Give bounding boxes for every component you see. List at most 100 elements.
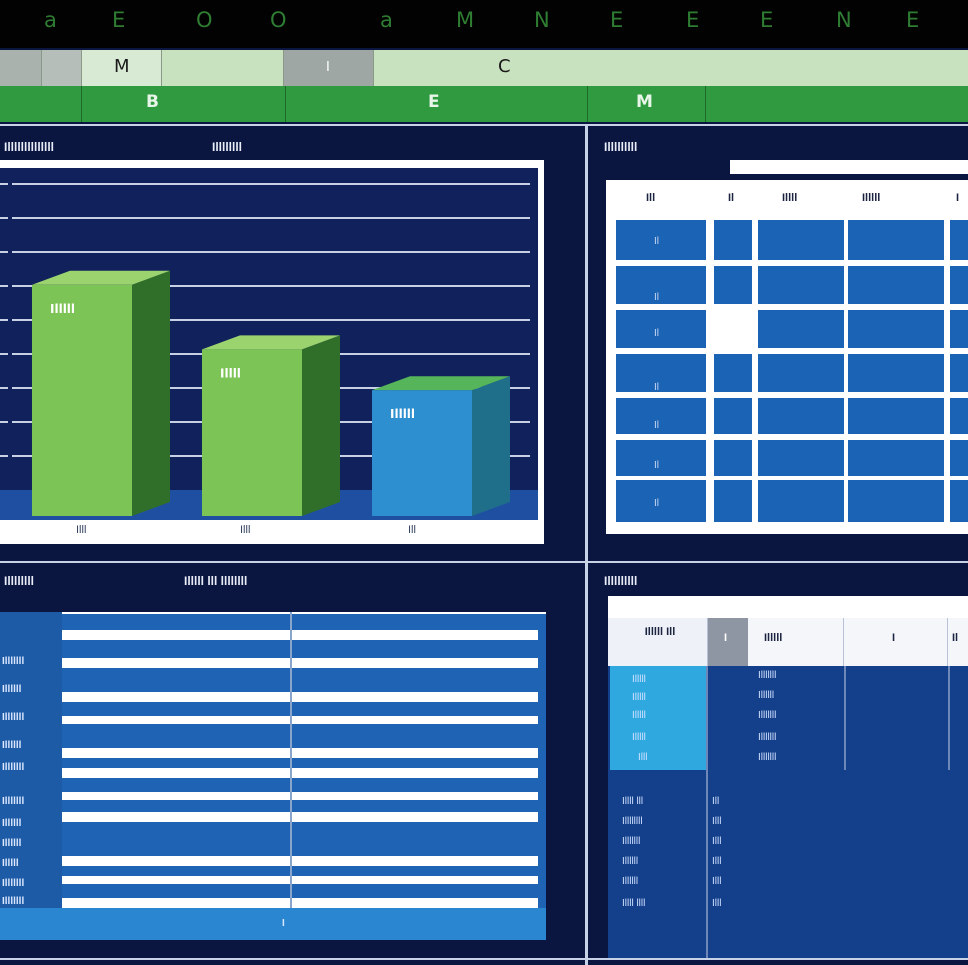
x-tick-label: Illl: [240, 524, 251, 536]
row-label[interactable]: Illllll: [2, 818, 21, 829]
section-header-label: B: [146, 92, 159, 112]
column-header: Il: [952, 632, 959, 644]
row-divider: [62, 898, 538, 908]
column-header-cell[interactable]: I: [708, 618, 748, 666]
bar-chart: Illlll Illll Illlll: [0, 168, 538, 520]
row-marker: Il: [654, 382, 659, 393]
section-header-cell[interactable]: [706, 86, 968, 122]
title-glyph: a: [44, 8, 57, 32]
panel-subtitle: Illlll lll llllllll: [184, 574, 248, 588]
row-label[interactable]: Illlllll: [2, 656, 24, 667]
cell-text: Illlll: [632, 732, 646, 743]
cell-text: Illllllll: [622, 816, 643, 827]
row-label[interactable]: Illlllll: [2, 712, 24, 723]
column-header[interactable]: Illll: [782, 192, 797, 204]
row-divider: [62, 630, 538, 640]
row-marker: Il: [654, 328, 659, 339]
header-cell-c[interactable]: C: [374, 50, 968, 86]
data-table: Ill Il Illll Illlll I Il Il Il Il Il Il …: [606, 180, 968, 534]
row-label[interactable]: Illlllll: [2, 796, 24, 807]
list-footer: [0, 908, 546, 940]
section-header-e[interactable]: E: [286, 86, 588, 122]
header-cell[interactable]: [42, 50, 82, 86]
x-tick-label: Ill: [408, 524, 416, 536]
row-label[interactable]: Illllll: [2, 838, 21, 849]
header-cell[interactable]: [0, 50, 42, 86]
cell-text: Illl: [712, 898, 722, 909]
row-label[interactable]: Illllll: [2, 740, 21, 751]
row-marker: Il: [654, 292, 659, 303]
title-glyph: E: [686, 8, 700, 32]
column-header: Illlll: [764, 632, 783, 644]
chart-bar-side: [132, 270, 170, 516]
column-header[interactable]: I: [956, 192, 959, 204]
section-header-label: M: [636, 92, 653, 112]
panel-title: Illlllllll: [604, 140, 638, 154]
title-glyph: O: [196, 8, 213, 32]
cell-text: Illl: [712, 816, 722, 827]
cell-text: Illll llll: [622, 898, 646, 909]
title-glyph: N: [836, 8, 852, 32]
panel-divider: [0, 124, 968, 126]
column-header-cell[interactable]: I: [844, 618, 948, 666]
title-glyph: E: [760, 8, 774, 32]
cell-text: Illlll: [632, 692, 646, 703]
row-marker: Il: [654, 460, 659, 471]
title-glyph: N: [534, 8, 550, 32]
cell-text: Ill: [712, 796, 720, 807]
cell-text: Illl: [712, 876, 722, 887]
filter-bar[interactable]: [730, 160, 968, 174]
column-header[interactable]: Il: [728, 192, 734, 204]
header-cell-m[interactable]: M: [82, 50, 162, 86]
header-cell-i[interactable]: I: [284, 50, 374, 86]
cell-text: Illl: [638, 752, 648, 763]
panel-title: Illllllll: [4, 574, 35, 588]
section-header-m[interactable]: M: [588, 86, 706, 122]
column-header[interactable]: Illlll: [862, 192, 880, 204]
cell-text: Illllll: [758, 690, 775, 701]
panel-divider: [0, 958, 968, 960]
row-label[interactable]: Illlllll: [2, 896, 24, 907]
cell-text: Illl: [712, 856, 722, 867]
section-header-cell[interactable]: [0, 86, 82, 122]
column-divider: [706, 666, 708, 958]
row-label[interactable]: Illllll: [2, 684, 21, 695]
cell-text: Illllll: [622, 856, 639, 867]
column-header: I: [724, 632, 728, 644]
section-header-row: B E M: [0, 86, 968, 122]
cell-text: Illlllll: [758, 670, 777, 681]
panel-subtitle: Illllllll: [212, 140, 243, 154]
row-marker: Il: [654, 420, 659, 431]
title-glyph: E: [610, 8, 624, 32]
row-divider: [62, 612, 546, 614]
title-glyph: a: [380, 8, 393, 32]
list-panel: Illlllll Illllll Illlllll Illllll Illlll…: [0, 612, 546, 940]
column-header[interactable]: Ill: [646, 192, 655, 204]
chart-bar: [32, 284, 132, 516]
title-glyph: E: [112, 8, 126, 32]
row-marker: Il: [654, 236, 659, 247]
section-header-b[interactable]: B: [82, 86, 286, 122]
data-label: Illlll: [390, 407, 415, 421]
cell-text: Illll lll: [622, 796, 644, 807]
row-label[interactable]: Illlll: [2, 858, 19, 869]
row-divider: [62, 658, 538, 668]
header-cell-label: I: [326, 60, 330, 75]
cell-text: Illllll: [622, 876, 639, 887]
header-cell[interactable]: [162, 50, 284, 86]
row-label[interactable]: Illlllll: [2, 878, 24, 889]
row-divider: [62, 812, 538, 822]
highlighted-cell: [610, 666, 706, 770]
column-header-cell[interactable]: Illlll Ill: [608, 618, 708, 666]
header-cell-label: C: [498, 56, 511, 77]
panel-title: Illllllllllllll: [4, 140, 55, 154]
column-header-cell[interactable]: Illlll: [748, 618, 844, 666]
column-header: Illlll Ill: [644, 626, 676, 638]
panel-divider: [585, 124, 588, 965]
cell-text: Illlllll: [758, 732, 777, 743]
row-divider: [62, 716, 538, 724]
data-table-grid: [616, 220, 968, 522]
data-label: Illll: [220, 366, 241, 380]
row-label[interactable]: Illlllll: [2, 762, 24, 773]
column-header-cell[interactable]: Il: [948, 618, 968, 666]
